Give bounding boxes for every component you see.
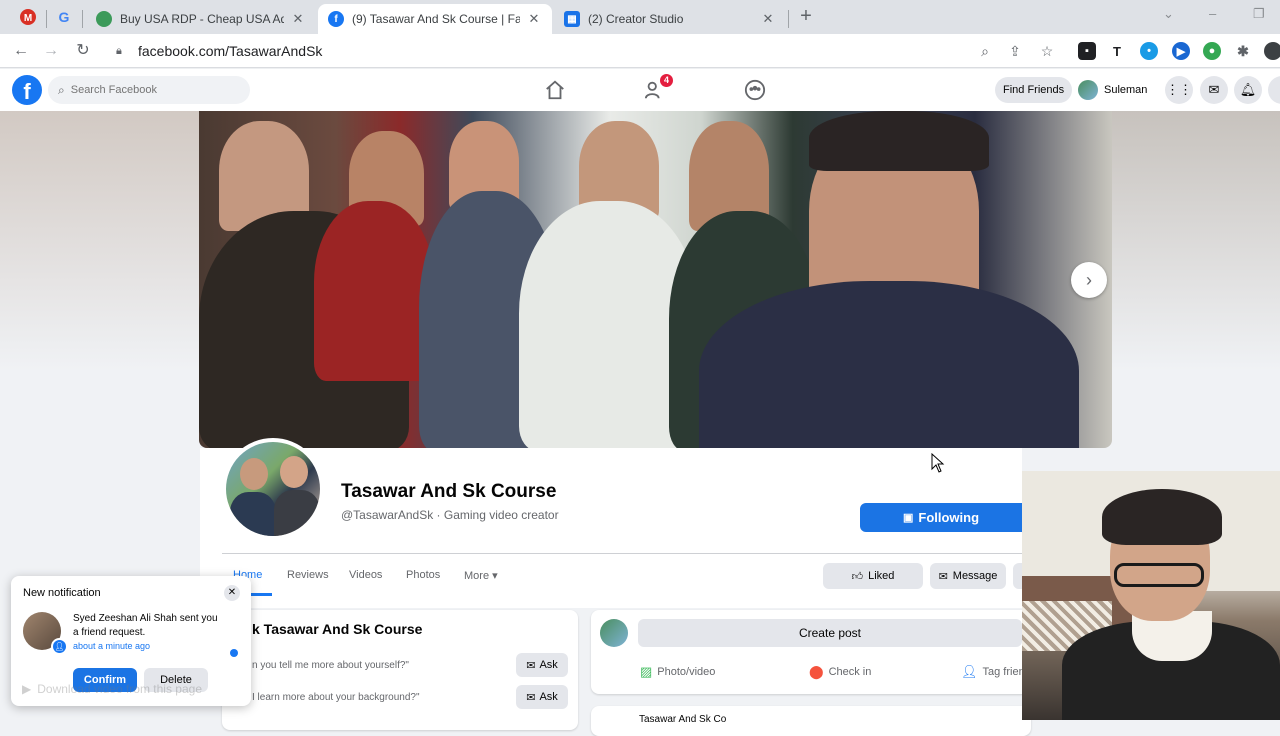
google-tab-icon[interactable]: G: [52, 6, 76, 28]
back-button[interactable]: ←: [11, 41, 31, 61]
message-button[interactable]: ✉ Message: [930, 563, 1006, 589]
tab-reviews[interactable]: Reviews: [287, 569, 329, 581]
page-title: Tasawar And Sk Course: [341, 481, 557, 502]
tab-photos[interactable]: Photos: [406, 569, 440, 581]
bookmark-star-icon[interactable]: ☆: [1038, 42, 1056, 60]
question-text: n you tell me more about yourself?": [252, 660, 409, 671]
facebook-search[interactable]: ⌕: [48, 76, 250, 104]
notification-title: New notification: [23, 587, 101, 599]
tab-search-icon[interactable]: ⌄: [1163, 6, 1174, 22]
more-options-button[interactable]: [1013, 563, 1022, 589]
maximize-button[interactable]: ❐: [1253, 6, 1265, 22]
search-input[interactable]: [70, 84, 221, 96]
messenger-icon: ✉: [938, 570, 948, 583]
extensions-puzzle-icon[interactable]: ✱: [1234, 42, 1252, 60]
svg-text:G: G: [59, 9, 70, 25]
lock-icon: 🔒︎: [116, 44, 122, 57]
thumbs-up-icon: 👍︎: [851, 570, 864, 583]
ask-button[interactable]: ✉ Ask: [516, 685, 568, 709]
svg-text:M: M: [24, 13, 32, 24]
browser-tab-strip: M G Buy USA RDP - Cheap USA Admi ✕ f (9)…: [0, 0, 1280, 34]
ask-card-title: k Tasawar And Sk Course: [252, 621, 423, 637]
friend-request-icon: 👤︎: [51, 638, 68, 655]
cover-next-arrow-icon[interactable]: ›: [1071, 262, 1107, 298]
groups-icon[interactable]: [744, 79, 766, 101]
close-tab-icon[interactable]: ✕: [290, 11, 306, 27]
browser-toolbar: ← → ↻ 🔒︎ facebook.com/TasawarAndSk ⌕ ⇪ ☆…: [0, 34, 1280, 68]
webcam-overlay: [1022, 471, 1280, 720]
tab-more[interactable]: More ▾: [464, 569, 498, 582]
extension-store-icon[interactable]: ▪: [1078, 42, 1096, 60]
globe-icon: [96, 11, 112, 27]
liked-button[interactable]: 👍︎ Liked: [823, 563, 923, 589]
share-icon[interactable]: ⇪: [1006, 42, 1024, 60]
following-icon: ▣: [902, 512, 914, 524]
close-icon[interactable]: ✕: [224, 585, 240, 601]
home-icon[interactable]: [544, 79, 566, 101]
friend-requests-badge: 4: [660, 74, 673, 87]
ask-button[interactable]: ✉ Ask: [516, 653, 568, 677]
location-pin-icon: ⬤: [809, 664, 824, 679]
tab-facebook-active[interactable]: f (9) Tasawar And Sk Course | Faceb ✕: [318, 4, 552, 34]
ask-card: k Tasawar And Sk Course n you tell me mo…: [222, 610, 578, 730]
messenger-icon: ✉: [526, 659, 536, 672]
tab-creator-studio[interactable]: ▦ (2) Creator Studio ✕: [554, 4, 786, 34]
facebook-header: f ⌕ 4 Find Friends Suleman ⋮⋮ ✉ 🔔︎: [0, 69, 1280, 111]
close-tab-icon[interactable]: ✕: [526, 11, 542, 27]
profile-picture[interactable]: [222, 438, 324, 540]
notification-time: about a minute ago: [73, 641, 151, 651]
tag-friends-button[interactable]: 👤︎ Tag frien: [961, 664, 1025, 680]
tag-people-icon: 👤︎: [961, 664, 978, 679]
notification-message: Syed Zeeshan Ali Shah sent you a friend …: [73, 613, 218, 638]
facebook-favicon-icon: f: [328, 11, 344, 27]
account-menu-icon[interactable]: [1268, 76, 1280, 104]
extension-globe-icon[interactable]: ●: [1203, 42, 1221, 60]
extension-text-icon[interactable]: T: [1108, 42, 1126, 60]
find-friends-button[interactable]: Find Friends: [995, 77, 1073, 103]
download-video-overlay[interactable]: ▶ Download video from this page: [22, 681, 202, 697]
facebook-logo-icon[interactable]: f: [12, 75, 42, 105]
check-in-button[interactable]: ⬤ Check in: [809, 664, 871, 680]
tab-buy-usa-rdp[interactable]: Buy USA RDP - Cheap USA Admi ✕: [86, 4, 316, 34]
messenger-icon: ✉: [526, 691, 536, 704]
extension-blue-icon[interactable]: •: [1140, 42, 1158, 60]
mouse-cursor-icon: [931, 453, 945, 473]
avatar: [600, 619, 628, 647]
close-tab-icon[interactable]: ✕: [760, 11, 776, 27]
tab-videos[interactable]: Videos: [349, 569, 382, 581]
unread-dot: [230, 649, 238, 657]
extension-play-icon[interactable]: ▶: [1172, 42, 1190, 60]
avatar: [1078, 80, 1098, 100]
minimize-button[interactable]: –: [1209, 6, 1216, 21]
photo-video-button[interactable]: ▨ Photo/video: [640, 664, 715, 680]
page-subtitle: @TasawarAndSk · Gaming video creator: [341, 508, 559, 522]
search-icon: ⌕: [58, 82, 65, 97]
page-background-right: [1112, 111, 1280, 471]
play-icon: ▶: [22, 682, 32, 696]
post-card: Tasawar And Sk Co: [591, 706, 1031, 736]
following-button[interactable]: ▣ Following: [860, 503, 1022, 532]
question-text: I learn more about your background?": [252, 692, 420, 703]
cover-photo[interactable]: [199, 111, 1112, 448]
reload-button[interactable]: ↻: [73, 41, 93, 61]
forward-button[interactable]: →: [41, 41, 61, 61]
profile-avatar-icon[interactable]: [1264, 42, 1280, 60]
address-bar[interactable]: 🔒︎ facebook.com/TasawarAndSk: [106, 37, 1066, 65]
photo-icon: ▨: [640, 664, 653, 679]
divider: [222, 553, 1022, 554]
new-tab-button[interactable]: +: [796, 6, 816, 26]
calendar-icon: ▦: [564, 11, 580, 27]
user-profile-chip[interactable]: Suleman: [1078, 77, 1147, 103]
create-post-button[interactable]: Create post: [638, 619, 1022, 647]
zoom-icon[interactable]: ⌕: [976, 42, 994, 60]
notifications-bell-icon[interactable]: 🔔︎: [1234, 76, 1262, 104]
gmail-tab-icon[interactable]: M: [16, 6, 40, 28]
menu-grid-icon[interactable]: ⋮⋮: [1165, 76, 1193, 104]
messenger-icon[interactable]: ✉: [1200, 76, 1228, 104]
